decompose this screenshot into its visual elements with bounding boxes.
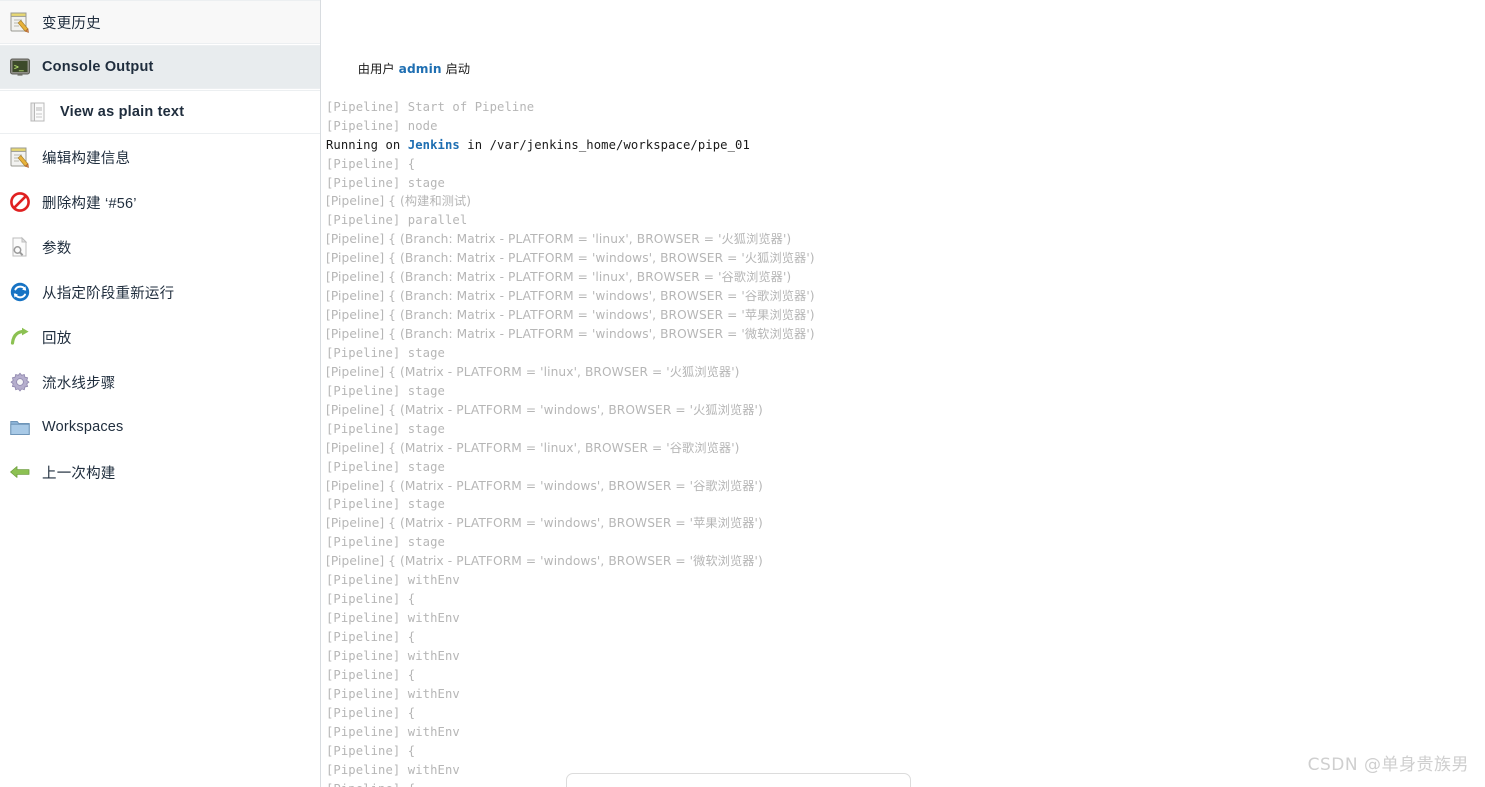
sidebar-item-3[interactable]: 编辑构建信息 <box>0 135 320 179</box>
sidebar-item-7[interactable]: 回放 <box>0 315 320 359</box>
log-line: [Pipeline] stage <box>326 535 445 550</box>
node-link[interactable]: Jenkins <box>408 138 460 152</box>
log-line: [Pipeline] { (Matrix - PLATFORM = 'windo… <box>326 516 763 531</box>
sidebar-item-label: View as plain text <box>60 104 185 120</box>
log-line: [Pipeline] stage <box>326 459 445 474</box>
log-body: [Pipeline] Start of Pipeline [Pipeline] n… <box>326 98 1485 787</box>
sidebar-item-label: Console Output <box>42 59 154 75</box>
log-line: [Pipeline] stage <box>326 421 445 436</box>
console-log: 由用户 admin 启动 [Pipeline] Start of Pipelin… <box>326 3 1485 787</box>
log-line: [Pipeline] stage <box>326 345 445 360</box>
notepad-pencil-icon <box>8 145 32 169</box>
sidebar-item-label: 变更历史 <box>42 15 101 32</box>
started-by-prefix: 由用户 <box>357 61 399 76</box>
refresh-circle-icon <box>8 280 32 304</box>
sidebar-item-label: 回放 <box>42 330 72 347</box>
svg-text:>_: >_ <box>14 63 24 72</box>
log-line: [Pipeline] { <box>326 156 416 171</box>
log-line: [Pipeline] stage <box>326 383 445 398</box>
log-line: [Pipeline] withEnv <box>326 648 460 663</box>
log-line: [Pipeline] withEnv <box>326 611 460 626</box>
log-line: [Pipeline] { (Matrix - PLATFORM = 'windo… <box>326 478 763 493</box>
log-line: [Pipeline] node <box>326 118 438 133</box>
sidebar-item-label: Workspaces <box>42 419 124 435</box>
notepad-pencil-icon <box>8 10 32 34</box>
sidebar-item-8[interactable]: 流水线步骤 <box>0 360 320 404</box>
sidebar-item-label: 参数 <box>42 240 72 257</box>
log-line: [Pipeline] { (Branch: Matrix - PLATFORM … <box>326 232 792 247</box>
log-line: [Pipeline] { (构建和测试) <box>326 194 472 209</box>
document-search-icon <box>8 235 32 259</box>
log-line: [Pipeline] { (Branch: Matrix - PLATFORM … <box>326 251 815 266</box>
log-line: [Pipeline] { (Matrix - PLATFORM = 'windo… <box>326 402 763 417</box>
log-line: [Pipeline] { (Matrix - PLATFORM = 'windo… <box>326 554 763 569</box>
left-arrow-icon <box>8 460 32 484</box>
log-line: [Pipeline] { <box>326 743 416 758</box>
running-on-prefix: Running on <box>326 137 408 152</box>
sidebar-item-label: 编辑构建信息 <box>42 150 131 167</box>
sidebar-item-1[interactable]: >_ Console Output <box>0 45 320 89</box>
log-line: [Pipeline] { <box>326 592 416 607</box>
log-line: [Pipeline] { (Branch: Matrix - PLATFORM … <box>326 270 792 285</box>
no-entry-icon <box>8 190 32 214</box>
log-line: [Pipeline] withEnv <box>326 573 460 588</box>
replay-arrow-icon <box>8 325 32 349</box>
console-output-page: 变更历史 >_ Console Output View as plain tex… <box>0 0 1485 787</box>
sidebar-item-label: 上一次构建 <box>42 465 116 482</box>
sidebar-item-4[interactable]: 删除构建 ‘#56’ <box>0 180 320 224</box>
sidebar-item-2[interactable]: View as plain text <box>0 90 320 134</box>
log-line: [Pipeline] withEnv <box>326 686 460 701</box>
log-line: [Pipeline] parallel <box>326 213 468 228</box>
sidebar-item-10[interactable]: 上一次构建 <box>0 450 320 494</box>
log-line: [Pipeline] { (Branch: Matrix - PLATFORM … <box>326 327 815 341</box>
document-icon <box>26 100 50 124</box>
running-on-suffix: in /var/jenkins_home/workspace/pipe_01 <box>459 137 750 152</box>
folder-icon <box>8 415 32 439</box>
log-line: [Pipeline] { (Matrix - PLATFORM = 'linux… <box>326 440 740 455</box>
log-line: [Pipeline] stage <box>326 497 445 512</box>
progress-box <box>566 773 911 787</box>
build-sidebar: 变更历史 >_ Console Output View as plain tex… <box>0 0 321 787</box>
sidebar-item-9[interactable]: Workspaces <box>0 405 320 449</box>
log-line: [Pipeline] withEnv <box>326 724 460 739</box>
log-line: [Pipeline] { (Matrix - PLATFORM = 'linux… <box>326 364 740 379</box>
terminal-icon: >_ <box>8 55 32 79</box>
log-line: [Pipeline] { (Branch: Matrix - PLATFORM … <box>326 308 815 323</box>
console-output-panel[interactable]: 由用户 admin 启动 [Pipeline] Start of Pipelin… <box>321 0 1485 787</box>
log-line: [Pipeline] { <box>326 705 416 720</box>
log-line-running-on: Running on Jenkins in /var/jenkins_home/… <box>326 136 1485 155</box>
sidebar-item-label: 流水线步骤 <box>42 375 116 392</box>
sidebar-item-label: 从指定阶段重新运行 <box>42 285 175 302</box>
log-line: [Pipeline] Start of Pipeline <box>326 99 535 114</box>
gear-icon <box>8 370 32 394</box>
log-line: [Pipeline] stage <box>326 175 445 190</box>
sidebar-item-6[interactable]: 从指定阶段重新运行 <box>0 270 320 314</box>
log-line: [Pipeline] { <box>326 630 416 644</box>
user-link[interactable]: admin <box>399 62 442 76</box>
log-line: [Pipeline] { <box>326 667 416 682</box>
sidebar-item-0[interactable]: 变更历史 <box>0 0 320 44</box>
log-line: [Pipeline] { (Branch: Matrix - PLATFORM … <box>326 289 815 304</box>
sidebar-item-label: 删除构建 ‘#56’ <box>42 195 137 212</box>
started-by-suffix: 启动 <box>441 61 471 76</box>
log-line-started-by: 由用户 admin 启动 <box>326 41 1485 76</box>
sidebar-item-5[interactable]: 参数 <box>0 225 320 269</box>
